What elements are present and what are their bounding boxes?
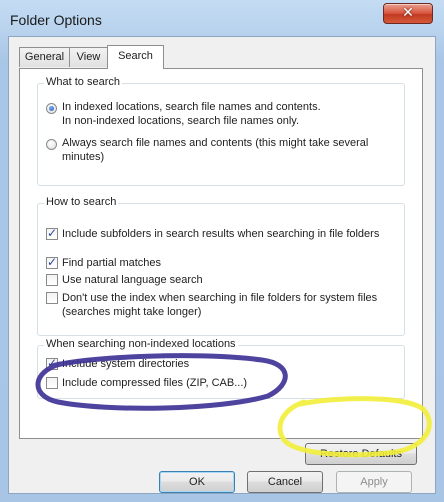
checkbox-natural-language-search[interactable] <box>46 274 58 286</box>
checkbox-find-partial-matches[interactable] <box>46 255 58 269</box>
option-line: Always search file names and contents (t… <box>62 137 369 149</box>
checkbox-dont-use-index-label[interactable]: Don't use the index when searching in fi… <box>62 291 377 319</box>
title-bar[interactable]: Folder Options ✕ <box>0 0 444 36</box>
checkbox-natural-language-search-label[interactable]: Use natural language search <box>62 273 203 287</box>
window-title: Folder Options <box>10 12 102 28</box>
option-line: In non-indexed locations, search file na… <box>62 115 300 127</box>
what-to-search-group: What to search In indexed locations, sea… <box>37 76 405 186</box>
how-to-search-heading: How to search <box>44 196 119 208</box>
tab-search[interactable]: Search <box>107 45 164 69</box>
option-line: Don't use the index when searching in fi… <box>62 292 378 304</box>
radio-indexed-locations-label[interactable]: In indexed locations, search file names … <box>62 100 321 128</box>
search-tab-panel: What to search In indexed locations, sea… <box>19 68 423 465</box>
checkbox-include-subfolders-label[interactable]: Include subfolders in search results whe… <box>62 227 379 241</box>
dialog-client-area: General View Search What to search In in… <box>8 36 436 494</box>
non-indexed-locations-group: When searching non-indexed locations Inc… <box>37 338 405 399</box>
option-line: In indexed locations, search file names … <box>62 101 321 113</box>
option-line: (searches might take longer) <box>62 306 202 318</box>
checkbox-find-partial-matches-label[interactable]: Find partial matches <box>62 256 161 270</box>
checkbox-include-system-directories-label[interactable]: Include system directories <box>62 357 189 371</box>
checkbox-include-subfolders[interactable] <box>46 226 58 240</box>
radio-always-search-contents-label[interactable]: Always search file names and contents (t… <box>62 136 368 164</box>
tab-view[interactable]: View <box>69 47 108 67</box>
checkbox-include-compressed-files-label[interactable]: Include compressed files (ZIP, CAB...) <box>62 376 247 390</box>
close-icon: ✕ <box>402 5 414 21</box>
close-button[interactable]: ✕ <box>383 3 433 24</box>
restore-defaults-button[interactable]: Restore Defaults <box>305 443 417 465</box>
what-to-search-heading: What to search <box>44 76 122 88</box>
apply-button[interactable]: Apply <box>336 471 412 493</box>
cancel-button[interactable]: Cancel <box>247 471 323 493</box>
checkbox-dont-use-index[interactable] <box>46 292 58 304</box>
folder-options-window: Folder Options ✕ General View Search Wha… <box>0 0 444 502</box>
how-to-search-group: How to search Include subfolders in sear… <box>37 196 405 336</box>
radio-always-search-contents[interactable] <box>46 139 57 150</box>
non-indexed-heading: When searching non-indexed locations <box>44 338 238 350</box>
checkbox-include-compressed-files[interactable] <box>46 377 58 389</box>
tab-general[interactable]: General <box>19 47 70 67</box>
ok-button[interactable]: OK <box>159 471 235 493</box>
option-line: minutes) <box>62 151 105 163</box>
checkbox-include-system-directories[interactable] <box>46 356 58 370</box>
radio-indexed-locations[interactable] <box>46 103 57 114</box>
